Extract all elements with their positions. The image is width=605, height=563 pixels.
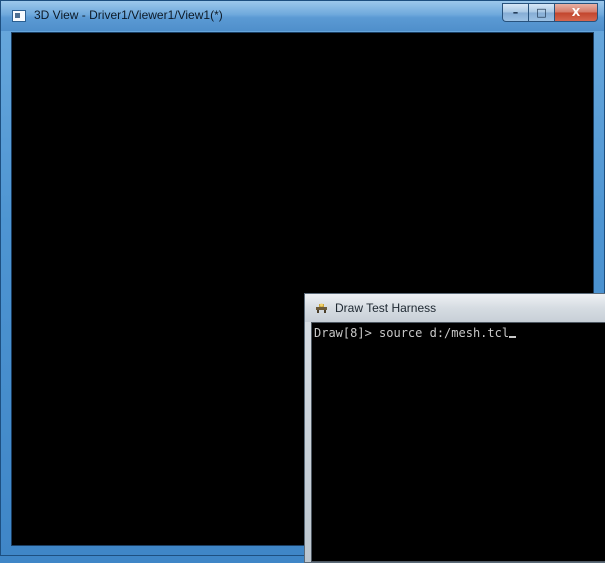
console-output[interactable]: Draw[8]> source d:/mesh.tcl bbox=[311, 322, 605, 562]
caption-buttons: – □ X bbox=[502, 3, 598, 22]
console-command: source d:/mesh.tcl bbox=[379, 326, 510, 340]
maximize-button[interactable]: □ bbox=[528, 3, 554, 22]
draw-test-harness-window: Draw Test Harness Draw[8]> source d:/mes… bbox=[304, 293, 605, 563]
minimize-button[interactable]: – bbox=[502, 3, 528, 22]
console-window-title: Draw Test Harness bbox=[335, 301, 437, 315]
close-button[interactable]: X bbox=[554, 3, 598, 22]
main-window-title: 3D View - Driver1/Viewer1/View1(*) bbox=[34, 8, 223, 22]
window-icon[interactable] bbox=[12, 10, 26, 22]
console-prompt: Draw[8]> bbox=[314, 326, 372, 340]
text-cursor bbox=[509, 336, 517, 338]
main-titlebar[interactable]: 3D View - Driver1/Viewer1/View1(*) – □ X bbox=[1, 1, 604, 31]
console-titlebar[interactable]: Draw Test Harness bbox=[305, 294, 605, 322]
command-line[interactable]: Draw[8]> source d:/mesh.tcl bbox=[314, 326, 517, 340]
draw-harness-icon[interactable] bbox=[315, 302, 328, 314]
